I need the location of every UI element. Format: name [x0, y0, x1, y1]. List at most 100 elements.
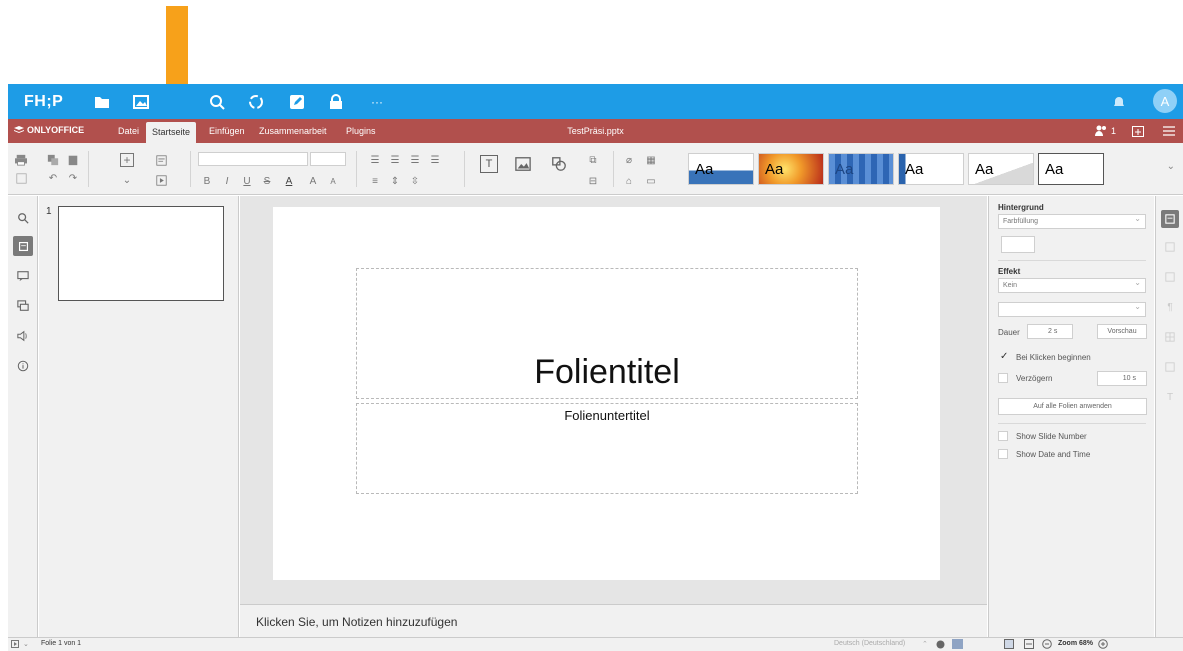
decrease-font-icon[interactable]: A [326, 174, 340, 188]
about-icon[interactable] [13, 356, 33, 376]
table-settings-icon [1161, 328, 1179, 346]
delay-stepper[interactable]: 10 s [1097, 371, 1147, 386]
globe-icon[interactable] [936, 640, 945, 649]
spellcheck-icon[interactable] [952, 639, 963, 649]
notification-icon[interactable] [1110, 93, 1128, 111]
insert-shape-icon[interactable] [550, 155, 568, 173]
duration-stepper[interactable]: 2 s [1027, 324, 1073, 339]
effect-type-select[interactable] [998, 302, 1146, 317]
title-placeholder[interactable]: Folientitel [356, 268, 858, 399]
tab-insert[interactable]: Einfügen [203, 119, 251, 143]
theme-option[interactable]: Aa [898, 153, 964, 185]
tab-collaboration[interactable]: Zusammenarbeit [253, 119, 333, 143]
redo-icon[interactable]: ↷ [66, 171, 80, 185]
slide-thumbnail[interactable] [58, 206, 224, 301]
save-icon[interactable] [14, 171, 28, 185]
slide-canvas[interactable]: Folientitel Folienuntertitel [273, 207, 940, 580]
theme-option[interactable]: Aa [828, 153, 894, 185]
theme-option[interactable]: Aa [968, 153, 1034, 185]
clear-style-icon[interactable]: ⌀ [622, 153, 636, 167]
italic-icon[interactable]: I [220, 174, 234, 188]
lock-icon[interactable] [327, 93, 345, 111]
show-date-time-checkbox[interactable] [998, 449, 1008, 459]
increase-font-icon[interactable]: A [306, 174, 320, 188]
zoom-in-icon[interactable] [1098, 639, 1108, 649]
slide-navigation[interactable]: ⌄ [11, 640, 29, 648]
tab-file[interactable]: Datei [112, 119, 145, 143]
line-spacing-icon[interactable]: ⇳ [408, 174, 422, 188]
language-select[interactable]: Deutsch (Deutschland) [834, 640, 905, 647]
slide-size-icon[interactable]: ▭ [644, 174, 658, 188]
slide-settings-icon[interactable] [1161, 210, 1179, 228]
theme-option[interactable]: Aa [758, 153, 824, 185]
start-on-click-checkbox[interactable]: ✓ [1000, 351, 1008, 362]
chart-settings-icon [1161, 358, 1179, 376]
apply-to-all-slides-button[interactable]: Auf alle Folien anwenden [998, 398, 1147, 415]
add-slide-icon[interactable]: + [120, 153, 134, 167]
slide-layout-icon[interactable] [154, 153, 168, 167]
user-avatar[interactable]: A [1153, 89, 1177, 113]
background-color-button[interactable] [1001, 236, 1035, 253]
background-fill-select[interactable]: Farbfüllung [998, 214, 1146, 229]
open-location-icon[interactable] [1132, 123, 1144, 139]
delay-checkbox[interactable] [998, 373, 1008, 383]
arrange-icon[interactable]: ⧉ [586, 153, 600, 167]
themes-more-icon[interactable]: ⌄ [1167, 161, 1175, 172]
comments-icon[interactable] [13, 266, 33, 286]
speaker-icon[interactable] [13, 326, 33, 346]
text-box-icon[interactable]: T [480, 155, 498, 173]
slide-nav-icon [11, 640, 19, 648]
portal-logo[interactable]: FH;P [24, 93, 63, 111]
theme-label: Aa [765, 160, 784, 178]
copy-icon[interactable] [46, 153, 60, 167]
copy-style-icon[interactable]: ⌂ [622, 174, 636, 188]
paste-icon[interactable] [66, 153, 80, 167]
increase-indent-icon[interactable]: ☰ [428, 153, 442, 167]
bullet-list-icon[interactable]: ☰ [368, 153, 382, 167]
fit-to-width-icon[interactable] [1024, 639, 1034, 649]
add-slide-dropdown-icon[interactable]: ⌄ [120, 173, 134, 187]
image-icon[interactable] [132, 93, 150, 111]
notes-field[interactable]: Klicken Sie, um Notizen hinzuzufügen [240, 604, 987, 637]
slides-panel-icon[interactable] [13, 236, 33, 256]
fit-to-slide-icon[interactable] [1004, 639, 1014, 649]
decrease-indent-icon[interactable]: ☰ [408, 153, 422, 167]
font-family-select[interactable] [198, 152, 308, 166]
font-color-icon[interactable]: A [282, 174, 296, 188]
chat-icon[interactable] [13, 296, 33, 316]
sync-icon[interactable] [247, 93, 265, 111]
onlyoffice-logo-icon [14, 126, 24, 133]
start-slideshow-icon[interactable] [154, 173, 168, 187]
bold-icon[interactable]: B [200, 174, 214, 188]
vertical-align-icon[interactable]: ⇕ [388, 174, 402, 188]
print-icon[interactable] [14, 153, 28, 167]
search-icon[interactable] [208, 93, 226, 111]
font-size-select[interactable] [310, 152, 346, 166]
zoom-out-icon[interactable] [1042, 639, 1052, 649]
more-icon[interactable]: ··· [368, 93, 386, 111]
align-objects-icon[interactable]: ⊟ [586, 174, 600, 188]
tab-home[interactable]: Startseite [146, 122, 197, 143]
theme-option[interactable]: Aa [688, 153, 754, 185]
folder-icon[interactable] [93, 93, 111, 111]
color-scheme-icon[interactable]: ▦ [644, 153, 658, 167]
insert-image-icon[interactable] [514, 155, 532, 173]
edit-icon[interactable] [288, 93, 306, 111]
align-left-icon[interactable]: ≡ [368, 174, 382, 188]
tab-plugins[interactable]: Plugins [340, 119, 382, 143]
panel-divider [998, 260, 1146, 261]
preview-button[interactable]: Vorschau [1097, 324, 1147, 339]
hamburger-menu-icon[interactable] [1163, 123, 1175, 139]
show-slide-number-checkbox[interactable] [998, 431, 1008, 441]
strikethrough-icon[interactable]: S [260, 174, 274, 188]
delay-value: 10 s [1122, 375, 1136, 382]
undo-icon[interactable]: ↶ [46, 171, 60, 185]
users-button[interactable]: 1 [1095, 123, 1116, 139]
language-dropdown-icon[interactable]: ⌃ [922, 640, 928, 648]
search-icon[interactable] [13, 208, 33, 228]
theme-option[interactable]: Aa [1038, 153, 1104, 185]
effect-select[interactable]: Kein [998, 278, 1146, 293]
underline-icon[interactable]: U [240, 174, 254, 188]
subtitle-placeholder[interactable]: Folienuntertitel [356, 403, 858, 494]
numbered-list-icon[interactable]: ☰ [388, 153, 402, 167]
